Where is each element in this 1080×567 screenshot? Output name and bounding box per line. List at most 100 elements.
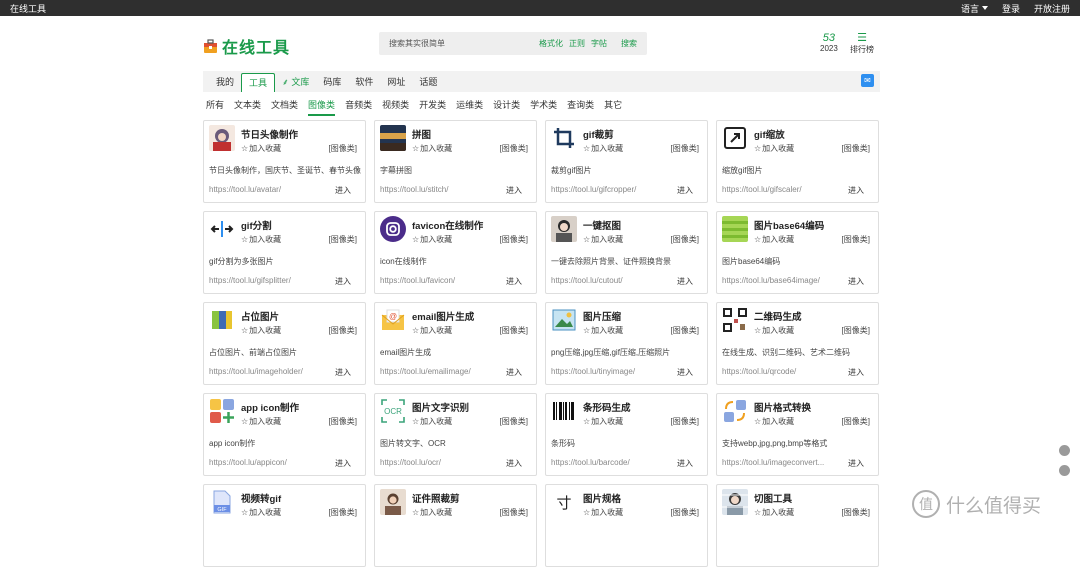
favorite-button[interactable]: ☆ 加入收藏 — [583, 143, 623, 154]
tool-title[interactable]: 视频转gif — [241, 491, 281, 505]
category-docs[interactable]: 文档类 — [271, 98, 298, 116]
tool-card[interactable]: gif分割 ☆ 加入收藏 [图像类] gif分割为多张图片 https://tool.lu… — [203, 211, 366, 294]
register-link[interactable]: 开放注册 — [1034, 2, 1070, 15]
enter-button[interactable]: 进入 — [848, 185, 864, 196]
tool-url[interactable]: https://tool.lu/appicon/ — [209, 458, 331, 467]
favorite-button[interactable]: ☆ 加入收藏 — [241, 234, 281, 245]
enter-button[interactable]: 进入 — [677, 276, 693, 287]
favorite-button[interactable]: ☆ 加入收藏 — [412, 416, 452, 427]
qq-icon[interactable] — [1059, 445, 1070, 456]
tool-url[interactable]: https://tool.lu/qrcode/ — [722, 367, 844, 376]
chip-copybook[interactable]: 字帖 — [591, 38, 607, 49]
tool-title[interactable]: email图片生成 — [412, 309, 474, 323]
tool-url[interactable]: https://tool.lu/imageconvert... — [722, 458, 844, 467]
tool-title[interactable]: 一键抠图 — [583, 218, 621, 232]
category-academic[interactable]: 学术类 — [530, 98, 557, 116]
category-text[interactable]: 文本类 — [234, 98, 261, 116]
tool-title[interactable]: app icon制作 — [241, 400, 299, 414]
category-design[interactable]: 设计类 — [493, 98, 520, 116]
tab-tools[interactable]: 工具 — [241, 73, 276, 92]
tool-card[interactable]: 证件照裁剪 ☆ 加入收藏 [图像类] — [374, 484, 537, 567]
enter-button[interactable]: 进入 — [848, 276, 864, 287]
tool-card[interactable]: 图片压缩 ☆ 加入收藏 [图像类] png压缩,jpg压缩,gif压缩,压缩照片 http… — [545, 302, 708, 385]
tool-url[interactable]: https://tool.lu/emailimage/ — [380, 367, 502, 376]
favorite-button[interactable]: ☆ 加入收藏 — [754, 234, 794, 245]
chip-format[interactable]: 格式化 — [539, 38, 563, 49]
category-other[interactable]: 其它 — [604, 98, 622, 116]
tool-url[interactable]: https://tool.lu/base64image/ — [722, 276, 844, 285]
site-title[interactable]: 在线工具 — [10, 2, 46, 15]
tab-sites[interactable]: 网址 — [380, 73, 412, 92]
tab-library[interactable]: ⸙ 文库 — [275, 73, 316, 92]
tool-title[interactable]: gif分割 — [241, 218, 272, 232]
enter-button[interactable]: 进入 — [677, 458, 693, 469]
tool-title[interactable]: 切图工具 — [754, 491, 792, 505]
tool-title[interactable]: 图片压缩 — [583, 309, 621, 323]
search-box[interactable]: 搜索其实很简单 格式化 正则 字帖 搜索 — [379, 32, 647, 55]
enter-button[interactable]: 进入 — [506, 185, 522, 196]
favorite-button[interactable]: ☆ 加入收藏 — [754, 325, 794, 336]
enter-button[interactable]: 进入 — [848, 458, 864, 469]
tool-card[interactable]: OCR 图片文字识别 ☆ 加入收藏 [图像类] 图片转文字、OCR https://tool… — [374, 393, 537, 476]
enter-button[interactable]: 进入 — [677, 185, 693, 196]
favorite-button[interactable]: ☆ 加入收藏 — [412, 507, 452, 518]
favorite-button[interactable]: ☆ 加入收藏 — [583, 507, 623, 518]
tool-card[interactable]: 占位图片 ☆ 加入收藏 [图像类] 占位图片、前端占位图片 https://tool.lu… — [203, 302, 366, 385]
tool-url[interactable]: https://tool.lu/barcode/ — [551, 458, 673, 467]
enter-button[interactable]: 进入 — [677, 367, 693, 378]
favorite-button[interactable]: ☆ 加入收藏 — [241, 325, 281, 336]
tab-mine[interactable]: 我的 — [209, 73, 241, 92]
favorite-button[interactable]: ☆ 加入收藏 — [412, 234, 452, 245]
tool-title[interactable]: 条形码生成 — [583, 400, 631, 414]
favorite-button[interactable]: ☆ 加入收藏 — [412, 143, 452, 154]
tool-title[interactable]: gif裁剪 — [583, 127, 614, 141]
category-all[interactable]: 所有 — [206, 98, 224, 116]
tab-software[interactable]: 软件 — [348, 73, 380, 92]
enter-button[interactable]: 进入 — [506, 367, 522, 378]
favorite-button[interactable]: ☆ 加入收藏 — [241, 143, 281, 154]
enter-button[interactable]: 进入 — [335, 367, 351, 378]
stat-counter[interactable]: 53 2023 — [820, 32, 838, 53]
enter-button[interactable]: 进入 — [335, 185, 351, 196]
tool-card[interactable]: 拼图 ☆ 加入收藏 [图像类] 字幕拼图 https://tool.lu/stitch/进… — [374, 120, 537, 203]
tool-card[interactable]: 图片base64编码 ☆ 加入收藏 [图像类] 图片base64编码 https://to… — [716, 211, 879, 294]
favorite-button[interactable]: ☆ 加入收藏 — [754, 507, 794, 518]
tool-url[interactable]: https://tool.lu/gifscaler/ — [722, 185, 844, 194]
tool-title[interactable]: 节日头像制作 — [241, 127, 298, 141]
tool-url[interactable]: https://tool.lu/stitch/ — [380, 185, 502, 194]
message-icon[interactable]: ✉ — [861, 74, 874, 87]
favorite-button[interactable]: ☆ 加入收藏 — [583, 325, 623, 336]
logo[interactable]: 在线工具 — [203, 34, 290, 58]
enter-button[interactable]: 进入 — [335, 276, 351, 287]
tool-card[interactable]: 二维码生成 ☆ 加入收藏 [图像类] 在线生成、识别二维码、艺术二维码 https://t… — [716, 302, 879, 385]
tool-title[interactable]: 图片规格 — [583, 491, 621, 505]
login-link[interactable]: 登录 — [1002, 2, 1020, 15]
language-menu[interactable]: 语言 — [961, 2, 988, 15]
tool-url[interactable]: https://tool.lu/imageholder/ — [209, 367, 331, 376]
favorite-button[interactable]: ☆ 加入收藏 — [241, 507, 281, 518]
tool-title[interactable]: 图片base64编码 — [754, 218, 824, 232]
enter-button[interactable]: 进入 — [506, 458, 522, 469]
tool-card[interactable]: 切图工具 ☆ 加入收藏 [图像类] — [716, 484, 879, 567]
tool-card[interactable]: 图片格式转换 ☆ 加入收藏 [图像类] 支持webp,jpg,png,bmp等格式 htt… — [716, 393, 879, 476]
search-input[interactable]: 搜索其实很简单 — [389, 38, 539, 49]
tool-card[interactable]: 节日头像制作 ☆ 加入收藏 [图像类] 节日头像制作，国庆节、圣诞节、春节头像 https… — [203, 120, 366, 203]
tool-card[interactable]: gif缩放 ☆ 加入收藏 [图像类] 缩放gif图片 https://tool.lu/gi… — [716, 120, 879, 203]
tool-card[interactable]: GIF 视频转gif ☆ 加入收藏 [图像类] — [203, 484, 366, 567]
enter-button[interactable]: 进入 — [848, 367, 864, 378]
tab-code[interactable]: 码库 — [316, 73, 348, 92]
tool-card[interactable]: favicon在线制作 ☆ 加入收藏 [图像类] icon在线制作 https://too… — [374, 211, 537, 294]
tool-card[interactable]: gif裁剪 ☆ 加入收藏 [图像类] 裁剪gif图片 https://tool.lu/gi… — [545, 120, 708, 203]
tool-title[interactable]: 拼图 — [412, 127, 431, 141]
tool-url[interactable]: https://tool.lu/cutout/ — [551, 276, 673, 285]
enter-button[interactable]: 进入 — [335, 458, 351, 469]
tool-title[interactable]: gif缩放 — [754, 127, 785, 141]
tool-url[interactable]: https://tool.lu/ocr/ — [380, 458, 502, 467]
tool-url[interactable]: https://tool.lu/gifsplitter/ — [209, 276, 331, 285]
tool-url[interactable]: https://tool.lu/gifcropper/ — [551, 185, 673, 194]
favorite-button[interactable]: ☆ 加入收藏 — [583, 416, 623, 427]
category-query[interactable]: 查询类 — [567, 98, 594, 116]
tool-title[interactable]: 证件照裁剪 — [412, 491, 460, 505]
rank-button[interactable]: ☰ 排行榜 — [850, 32, 874, 55]
tool-card[interactable]: @ email图片生成 ☆ 加入收藏 [图像类] email图片生成 https://too… — [374, 302, 537, 385]
